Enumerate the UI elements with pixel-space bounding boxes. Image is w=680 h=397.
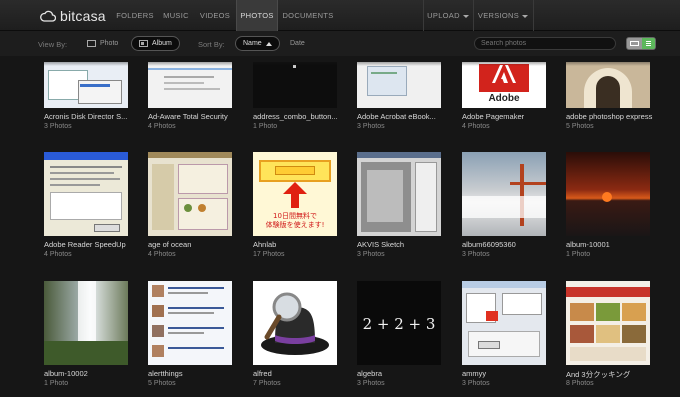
album-photo-count: 4 Photos bbox=[148, 123, 176, 130]
adobe-logo-icon bbox=[492, 65, 516, 83]
top-bar: bitcasa FOLDERS MUSIC VIDEOS PHOTOS DOCU… bbox=[0, 0, 680, 31]
album-photo-count: 1 Photo bbox=[566, 251, 591, 258]
album-thumbnail[interactable]: 2 + 2 + 3 bbox=[357, 281, 441, 365]
album-title: And 3分クッキング bbox=[566, 370, 631, 379]
view-album-button[interactable]: Album bbox=[131, 36, 180, 51]
ahnlab-thumb-caption-1: 10日間無料で bbox=[273, 212, 317, 220]
album-title: adobe photoshop express bbox=[566, 112, 653, 121]
album-title: Ahnlab bbox=[253, 240, 277, 249]
toolbar: View By: Photo Album Sort By: Name Date bbox=[0, 31, 680, 56]
album-thumbnail[interactable]: Adobe bbox=[462, 62, 546, 108]
arrow-up-icon bbox=[283, 182, 307, 208]
grid-icon bbox=[630, 41, 639, 46]
cloud-icon bbox=[40, 10, 56, 22]
album-title: alertthings bbox=[148, 369, 183, 378]
algebra-thumb-equation: 2 + 2 + 3 bbox=[362, 315, 436, 333]
album-photo-count: 3 Photos bbox=[357, 251, 385, 258]
app-name: bitcasa bbox=[60, 8, 106, 24]
album-thumbnail[interactable] bbox=[566, 62, 650, 108]
album-thumbnail[interactable] bbox=[148, 152, 232, 236]
album-thumbnail[interactable] bbox=[462, 152, 546, 236]
nav-divider bbox=[533, 0, 534, 31]
alfred-hat-icon bbox=[261, 292, 329, 355]
list-icon bbox=[642, 38, 655, 49]
nav-videos[interactable]: VIDEOS bbox=[197, 0, 233, 31]
album-title: Adobe Acrobat eBook... bbox=[357, 112, 436, 121]
chevron-down-icon bbox=[522, 14, 529, 18]
album-photo-count: 3 Photos bbox=[462, 380, 490, 387]
album-title: album66095360 bbox=[462, 240, 516, 249]
album-thumbnail[interactable] bbox=[253, 281, 337, 365]
upload-menu[interactable]: UPLOAD bbox=[424, 0, 472, 31]
nav-photos[interactable]: PHOTOS bbox=[236, 0, 278, 31]
view-album-label: Album bbox=[152, 40, 172, 47]
album-photo-count: 4 Photos bbox=[44, 251, 72, 258]
album-photo-count: 3 Photos bbox=[44, 123, 72, 130]
sort-date-button[interactable]: Date bbox=[283, 36, 312, 51]
nav-music[interactable]: MUSIC bbox=[160, 0, 192, 31]
album-title: age of ocean bbox=[148, 240, 192, 249]
album-title: Acronis Disk Director S... bbox=[44, 112, 128, 121]
album-photo-count: 1 Photo bbox=[253, 123, 278, 130]
album-title: address_combo_button... bbox=[253, 112, 338, 121]
bitcasa-logo[interactable]: bitcasa bbox=[40, 7, 106, 25]
album-title: AKVIS Sketch bbox=[357, 240, 405, 249]
album-thumbnail[interactable] bbox=[148, 281, 232, 365]
album-photo-count: 3 Photos bbox=[462, 251, 490, 258]
ahnlab-thumb-caption-2: 体験版を使えます! bbox=[265, 221, 325, 229]
versions-menu[interactable]: VERSIONS bbox=[474, 0, 532, 31]
nav-documents[interactable]: DOCUMENTS bbox=[282, 0, 334, 31]
sort-name-label: Name bbox=[243, 40, 262, 47]
sort-by-label: Sort By: bbox=[198, 40, 225, 49]
album-thumbnail[interactable] bbox=[148, 62, 232, 108]
album-title: Ad-Aware Total Security bbox=[148, 112, 228, 121]
album-title: Adobe Pagemaker bbox=[462, 112, 525, 121]
album-title: Adobe Reader SpeedUp bbox=[44, 240, 126, 249]
sort-ascending-icon bbox=[265, 41, 272, 46]
album-thumbnail[interactable] bbox=[44, 281, 128, 365]
search-input[interactable] bbox=[474, 37, 616, 50]
album-photo-count: 3 Photos bbox=[357, 380, 385, 387]
album-photo-count: 7 Photos bbox=[253, 380, 281, 387]
album-photo-count: 3 Photos bbox=[357, 123, 385, 130]
nav-folders[interactable]: FOLDERS bbox=[113, 0, 157, 31]
album-thumbnail[interactable] bbox=[44, 62, 128, 108]
album-thumbnail[interactable] bbox=[44, 152, 128, 236]
view-photo-button[interactable]: Photo bbox=[80, 36, 125, 51]
album-photo-count: 17 Photos bbox=[253, 251, 285, 258]
album-title: algebra bbox=[357, 369, 383, 378]
album-photo-count: 4 Photos bbox=[462, 123, 490, 130]
album-thumbnail[interactable] bbox=[357, 62, 441, 108]
album-icon bbox=[139, 40, 148, 47]
album-thumbnail[interactable] bbox=[253, 62, 337, 108]
album-title: album-10001 bbox=[566, 240, 610, 249]
view-mode-toggle[interactable] bbox=[626, 37, 656, 50]
sort-date-label: Date bbox=[290, 40, 305, 47]
view-by-label: View By: bbox=[38, 40, 68, 49]
album-photo-count: 1 Photo bbox=[44, 380, 69, 387]
album-title: alfred bbox=[253, 369, 272, 378]
album-photo-count: 4 Photos bbox=[148, 251, 176, 258]
album-title: album-10002 bbox=[44, 369, 88, 378]
chevron-down-icon bbox=[462, 14, 469, 18]
album-thumbnail[interactable] bbox=[357, 152, 441, 236]
album-thumbnail[interactable] bbox=[462, 281, 546, 365]
view-photo-label: Photo bbox=[100, 40, 119, 47]
album-thumbnail[interactable]: 10日間無料で 体験版を使えます! bbox=[253, 152, 337, 236]
album-thumbnail[interactable] bbox=[566, 152, 650, 236]
album-title: ammyy bbox=[462, 369, 487, 378]
adobe-logo-text: Adobe bbox=[488, 93, 520, 104]
versions-label: VERSIONS bbox=[477, 11, 520, 20]
album-thumbnail[interactable] bbox=[566, 281, 650, 365]
sort-name-button[interactable]: Name bbox=[235, 36, 280, 51]
album-photo-count: 5 Photos bbox=[148, 380, 176, 387]
photo-icon bbox=[87, 40, 96, 47]
upload-label: UPLOAD bbox=[427, 11, 460, 20]
album-photo-count: 5 Photos bbox=[566, 123, 594, 130]
album-photo-count: 8 Photos bbox=[566, 380, 594, 387]
